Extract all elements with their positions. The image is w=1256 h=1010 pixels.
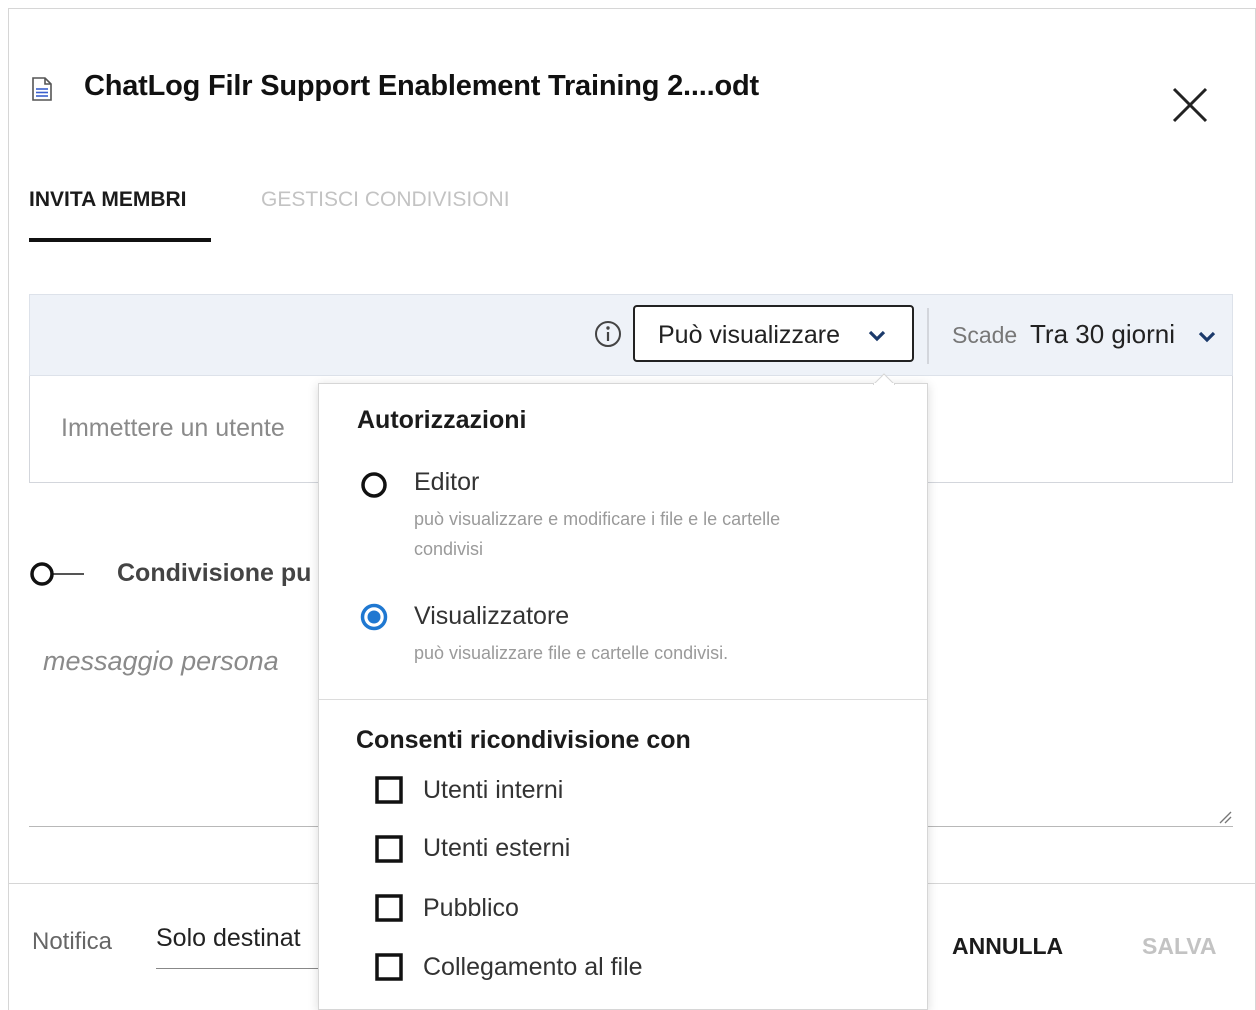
permissions-popover: Autorizzazioni Editor può visualizzare e… xyxy=(318,383,928,1010)
option-editor-description-line: condivisi xyxy=(414,539,484,559)
checkbox-public[interactable] xyxy=(374,893,404,923)
option-editor-description: può visualizzare e modificare i file e l… xyxy=(414,504,780,564)
permission-dropdown-label: Può visualizzare xyxy=(658,321,841,349)
cancel-button[interactable]: ANNULLA xyxy=(952,933,1063,960)
option-editor-description-line: può visualizzare e modificare i file e l… xyxy=(414,509,781,529)
notify-dropdown-underline xyxy=(156,968,326,969)
option-viewer-title[interactable]: Visualizzatore xyxy=(414,602,569,631)
option-viewer-description: può visualizzare file e cartelle condivi… xyxy=(414,643,729,663)
checkbox-external-users[interactable] xyxy=(374,834,404,864)
checkbox-file-link[interactable] xyxy=(374,952,404,982)
permission-dropdown[interactable]: Può visualizzare xyxy=(633,305,914,362)
chevron-down-icon xyxy=(868,330,886,342)
notify-dropdown[interactable]: Solo destinat xyxy=(156,924,301,953)
public-share-toggle[interactable] xyxy=(30,561,86,587)
active-tab-indicator xyxy=(29,238,211,242)
tab-manage-shares[interactable]: GESTISCI CONDIVISIONI xyxy=(261,188,510,212)
dialog-title: ChatLog Filr Support Enablement Training… xyxy=(84,70,759,102)
close-icon[interactable] xyxy=(1170,85,1210,125)
document-icon xyxy=(32,77,52,101)
checkbox-public-label[interactable]: Pubblico xyxy=(423,894,519,923)
message-placeholder[interactable]: messaggio persona xyxy=(43,646,279,677)
save-button: SALVA xyxy=(1142,933,1217,959)
public-share-label: Condivisione pu xyxy=(117,559,312,587)
checkbox-internal-users[interactable] xyxy=(374,775,404,805)
permissions-heading: Autorizzazioni xyxy=(357,406,527,434)
popover-caret xyxy=(873,373,895,385)
reshare-heading: Consenti ricondivisione con xyxy=(356,726,691,754)
info-icon[interactable] xyxy=(593,319,623,349)
toolbar-separator xyxy=(927,308,929,364)
user-input-placeholder: Immettere un utente xyxy=(61,414,285,442)
chevron-down-icon[interactable] xyxy=(1198,331,1216,343)
tab-invite-members[interactable]: INVITA MEMBRI xyxy=(29,188,187,212)
expire-label: Scade xyxy=(952,322,1018,348)
radio-viewer[interactable] xyxy=(359,602,389,632)
checkbox-internal-users-label[interactable]: Utenti interni xyxy=(423,776,563,805)
option-editor-title[interactable]: Editor xyxy=(414,468,479,497)
resize-grip-icon[interactable] xyxy=(1218,810,1232,824)
expire-dropdown[interactable]: Tra 30 giorni xyxy=(1030,319,1175,350)
popover-divider xyxy=(319,699,927,700)
radio-editor[interactable] xyxy=(359,470,389,500)
checkbox-file-link-label[interactable]: Collegamento al file xyxy=(423,953,643,982)
notify-label: Notifica xyxy=(32,928,113,955)
checkbox-external-users-label[interactable]: Utenti esterni xyxy=(423,834,570,863)
